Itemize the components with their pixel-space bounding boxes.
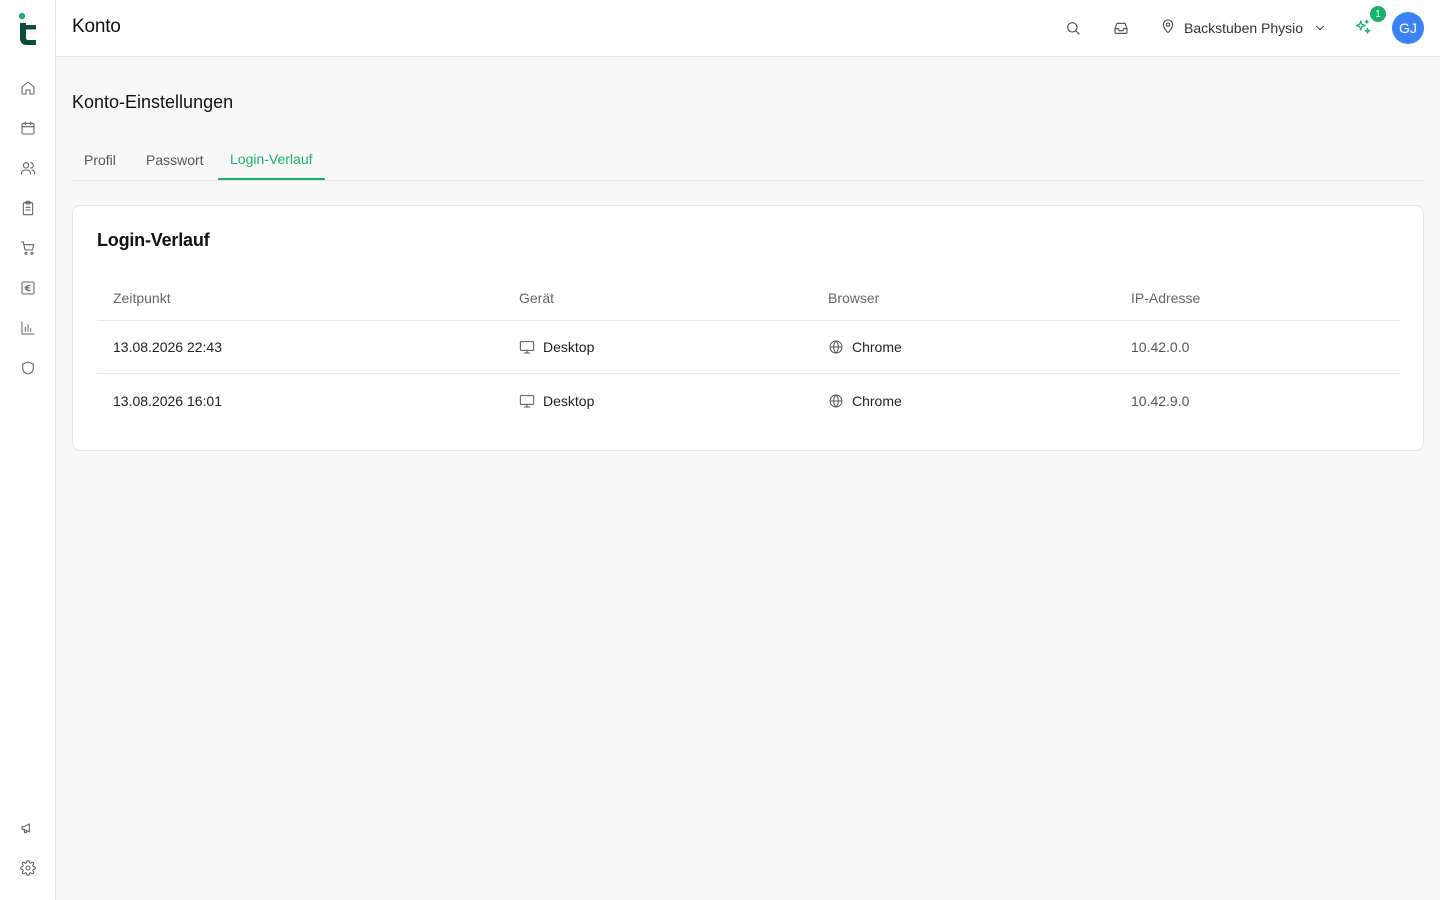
login-time: 13.08.2026 16:01: [113, 392, 222, 409]
tab-profil[interactable]: Profil: [72, 140, 128, 180]
table-row: 13.08.2026 16:01 Desktop Chrome 10.42.9.…: [97, 374, 1400, 427]
home-icon[interactable]: [18, 78, 38, 98]
shield-icon[interactable]: [18, 358, 38, 378]
app-logo[interactable]: [18, 12, 38, 46]
browser-label: Chrome: [852, 392, 902, 409]
ip-address: 10.42.0.0: [1131, 339, 1190, 355]
inbox-icon[interactable]: [1111, 18, 1131, 38]
calendar-icon[interactable]: [18, 118, 38, 138]
column-header-geraet: Gerät: [519, 290, 555, 306]
device-label: Desktop: [543, 392, 595, 409]
clipboard-icon[interactable]: [18, 198, 38, 218]
ip-address: 10.42.9.0: [1131, 392, 1190, 409]
login-time: 13.08.2026 22:43: [113, 339, 222, 355]
browser-label: Chrome: [852, 339, 902, 355]
browser-cell: Chrome: [828, 321, 902, 373]
bar-chart-icon[interactable]: [18, 318, 38, 338]
tab-passwort[interactable]: Passwort: [134, 140, 216, 180]
megaphone-icon[interactable]: [18, 818, 38, 838]
euro-icon[interactable]: [18, 278, 38, 298]
location-label: Backstuben Physio: [1184, 20, 1304, 36]
tab-bar: Profil Passwort Login-Verlauf: [72, 140, 1424, 181]
login-history-card: Login-Verlauf Zeitpunkt Gerät Browser IP…: [72, 205, 1424, 451]
sidebar: [0, 0, 56, 900]
device-label: Desktop: [543, 339, 595, 355]
top-header: Konto Backstuben Physio 1 GJ: [56, 0, 1440, 57]
column-header-browser: Browser: [828, 290, 880, 306]
column-header-ip-adresse: IP-Adresse: [1131, 290, 1201, 306]
card-title: Login-Verlauf: [97, 230, 210, 250]
search-icon[interactable]: [1063, 18, 1083, 38]
notification-badge: 1: [1370, 6, 1386, 22]
cart-icon[interactable]: [18, 238, 38, 258]
map-pin-icon: [1160, 18, 1176, 39]
avatar[interactable]: GJ: [1392, 12, 1424, 44]
table-row: 13.08.2026 22:43 Desktop Chrome 10.42.0.…: [97, 321, 1400, 374]
tab-login-verlauf[interactable]: Login-Verlauf: [218, 140, 325, 180]
column-header-zeitpunkt: Zeitpunkt: [113, 290, 171, 306]
header-title: Konto: [72, 16, 121, 37]
page-title: Konto-Einstellungen: [72, 92, 234, 112]
chevron-down-icon: [1313, 21, 1327, 35]
globe-icon: [828, 393, 844, 409]
globe-icon: [828, 339, 844, 355]
monitor-icon: [519, 393, 535, 409]
sparkles-icon[interactable]: [1354, 18, 1374, 38]
device-cell: Desktop: [519, 321, 594, 373]
users-icon[interactable]: [18, 158, 38, 178]
location-selector[interactable]: Backstuben Physio: [1160, 17, 1327, 39]
table-header: Zeitpunkt Gerät Browser IP-Adresse: [97, 276, 1400, 321]
browser-cell: Chrome: [828, 374, 902, 427]
monitor-icon: [519, 339, 535, 355]
gear-icon[interactable]: [18, 858, 38, 878]
login-history-table: Zeitpunkt Gerät Browser IP-Adresse 13.08…: [97, 276, 1400, 427]
device-cell: Desktop: [519, 374, 594, 427]
